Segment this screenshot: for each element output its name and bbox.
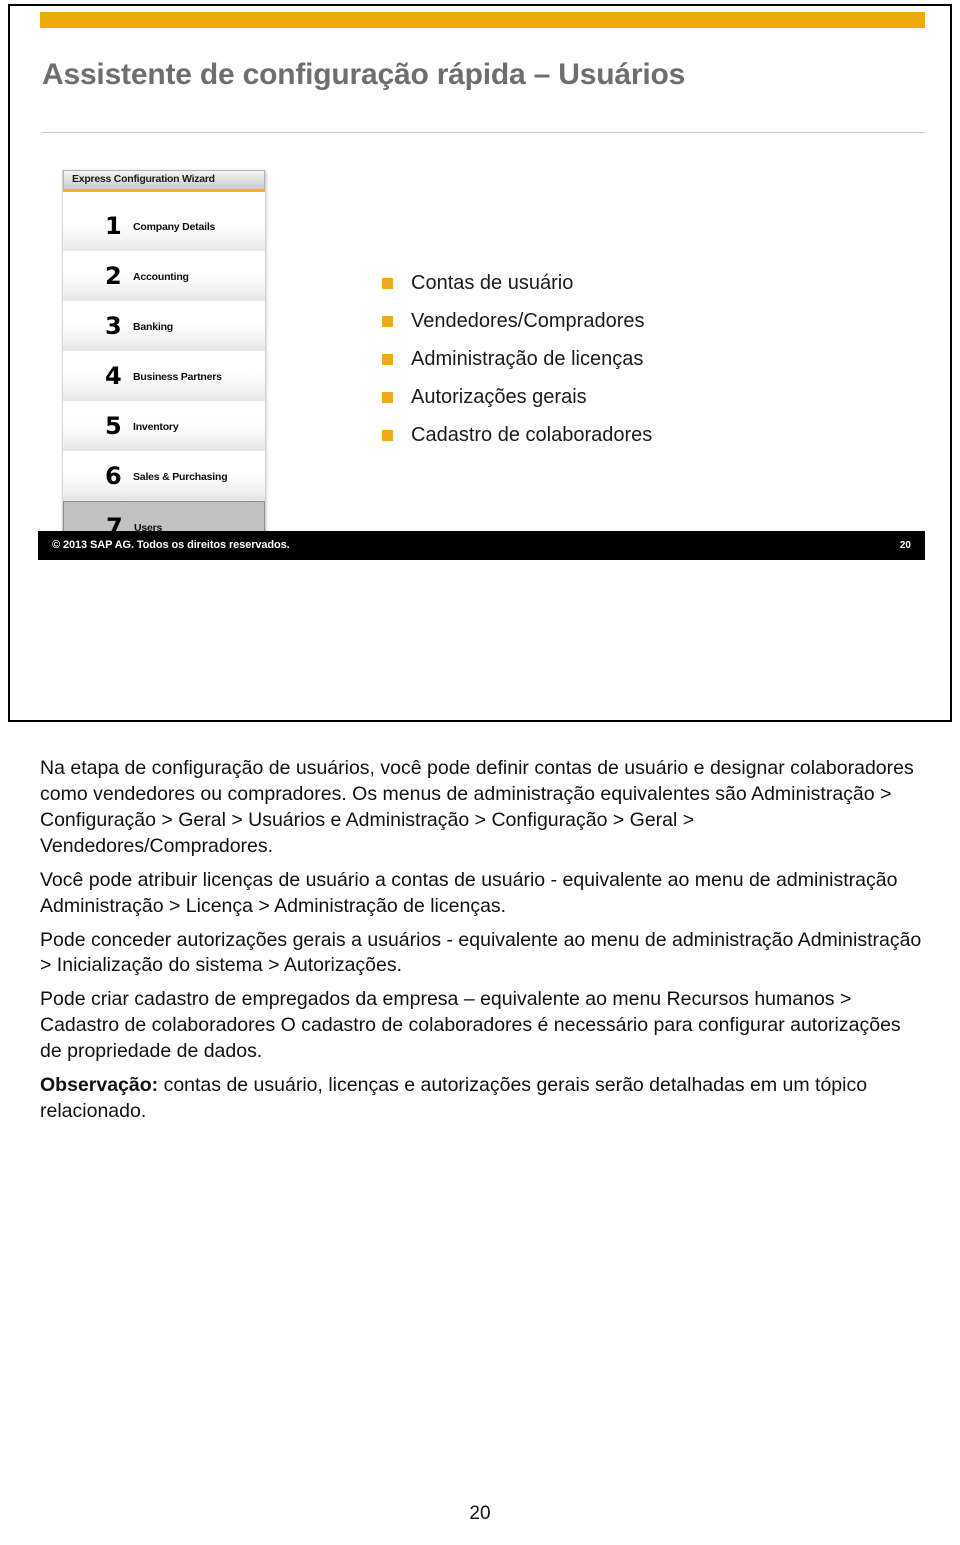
bullet-item: Autorizações gerais <box>382 386 882 409</box>
bullet-item: Cadastro de colaboradores <box>382 424 882 447</box>
wizard-step-number: 3 <box>105 312 122 340</box>
bullet-list: Contas de usuário Vendedores/Compradores A… <box>382 272 882 462</box>
wizard-step-label: Sales & Purchasing <box>133 471 228 483</box>
wizard-step-number: 5 <box>105 412 122 440</box>
observation-body: contas de usuário, licenças e autorizaçõ… <box>40 1074 868 1123</box>
notes-paragraph: Pode conceder autorizações gerais a usuá… <box>40 928 922 977</box>
square-bullet-icon <box>382 430 393 441</box>
observation-label: Observação: <box>40 1074 159 1097</box>
slide-number: 20 <box>899 540 911 551</box>
wizard-step-label: Business Partners <box>133 371 222 383</box>
notes-paragraph: Pode criar cadastro de empregados da emp… <box>40 988 901 1063</box>
express-configuration-wizard-panel: Express Configuration Wizard 1 Company De… <box>62 170 265 551</box>
notes-observation-paragraph: Observação: contas de usuário, licenças … <box>40 1073 922 1125</box>
notes-paragraph: Na etapa de configuração de usuários, vo… <box>40 757 914 857</box>
page-number: 20 <box>469 1503 491 1524</box>
wizard-step-business-partners[interactable]: 4 Business Partners <box>63 351 265 401</box>
wizard-step-sales-purchasing[interactable]: 6 Sales & Purchasing <box>63 451 265 501</box>
copyright-text: © 2013 SAP AG. Todos os direitos reserva… <box>52 539 290 551</box>
wizard-step-number: 2 <box>105 262 122 290</box>
square-bullet-icon <box>382 392 393 403</box>
wizard-step-company-details[interactable]: 1 Company Details <box>63 201 265 251</box>
wizard-step-inventory[interactable]: 5 Inventory <box>63 401 265 451</box>
wizard-step-list: 1 Company Details 2 Accounting 3 Banking 4 Busi… <box>63 192 265 551</box>
bullet-text: Administração de licenças <box>411 348 644 370</box>
bullet-item: Administração de licenças <box>382 348 882 371</box>
wizard-step-banking[interactable]: 3 Banking <box>63 301 265 351</box>
bullet-text: Vendedores/Compradores <box>411 310 645 332</box>
wizard-step-number: 4 <box>105 362 122 390</box>
bullet-item: Vendedores/Compradores <box>382 310 882 333</box>
bullet-text: Contas de usuário <box>411 272 574 294</box>
wizard-step-accounting[interactable]: 2 Accounting <box>63 251 265 301</box>
notes-paragraph: Você pode atribuir licenças de usuário a… <box>40 868 898 917</box>
wizard-header-label: Express Configuration Wizard <box>72 173 215 185</box>
wizard-header: Express Configuration Wizard <box>63 170 265 189</box>
wizard-step-number: 1 <box>105 212 122 240</box>
wizard-step-number: 6 <box>105 462 122 490</box>
slide-frame: Assistente de configuração rápida – Usuá… <box>8 4 952 722</box>
bullet-text: Cadastro de colaboradores <box>411 424 653 446</box>
slide-footer: © 2013 SAP AG. Todos os direitos reserva… <box>38 531 925 560</box>
square-bullet-icon <box>382 316 393 327</box>
wizard-step-label: Banking <box>133 321 174 333</box>
wizard-step-label: Inventory <box>133 421 179 433</box>
wizard-step-label: Company Details <box>133 221 216 233</box>
title-divider <box>42 132 925 133</box>
bullet-text: Autorizações gerais <box>411 386 587 408</box>
speaker-notes: Na etapa de configuração de usuários, vo… <box>40 756 922 1133</box>
accent-bar <box>40 12 925 28</box>
square-bullet-icon <box>382 354 393 365</box>
bullet-item: Contas de usuário <box>382 272 882 295</box>
slide-title: Assistente de configuração rápida – Usuá… <box>42 58 686 91</box>
wizard-step-label: Accounting <box>133 271 189 283</box>
square-bullet-icon <box>382 278 393 289</box>
